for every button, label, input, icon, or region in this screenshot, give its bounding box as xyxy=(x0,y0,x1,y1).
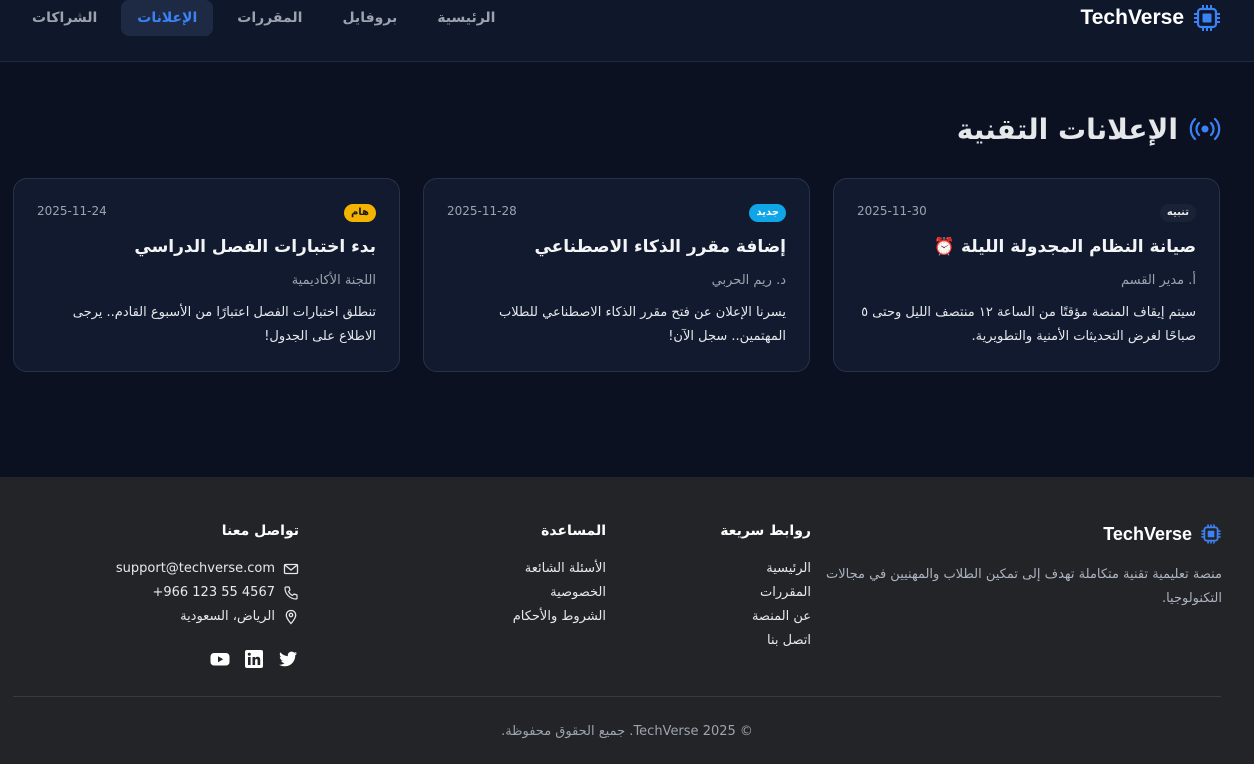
footer-link-faq[interactable]: الأسئلة الشائعة xyxy=(513,557,606,581)
announcement-card[interactable]: هام 2025-11-24 بدء اختبارات الفصل الدراس… xyxy=(13,178,400,372)
announcement-title: بدء اختبارات الفصل الدراسي xyxy=(134,237,376,257)
footer-link-terms[interactable]: الشروط والأحكام xyxy=(513,605,606,629)
announcement-date: 2025-11-24 xyxy=(37,204,107,218)
site-header: TechVerse الشراكات الإعلانات المقررات بر… xyxy=(0,0,1254,62)
footer-link-courses[interactable]: المقررات xyxy=(720,581,811,605)
footer-divider xyxy=(13,696,1221,697)
announcement-card[interactable]: جديد 2025-11-28 إضافة مقرر الذكاء الاصطن… xyxy=(423,178,810,372)
page-heading: الإعلانات التقنية xyxy=(956,112,1178,146)
nav-announcements[interactable]: الإعلانات xyxy=(121,0,214,36)
footer-link-privacy[interactable]: الخصوصية xyxy=(513,581,606,605)
contact-heading: تواصل معنا xyxy=(221,523,299,539)
announcement-body: تنطلق اختبارات الفصل اعتبارًا من الأسبوع… xyxy=(72,305,376,344)
main-content: الإعلانات التقنية هام 2025-11-24 بدء اخت… xyxy=(0,62,1254,477)
alarm-clock-icon: ⏰ xyxy=(933,237,956,257)
footer-contact: تواصل معنا support@techverse.com +966 12… xyxy=(116,523,299,629)
footer-help: المساعدة الأسئلة الشائعة الخصوصية الشروط… xyxy=(513,523,606,629)
nav-courses[interactable]: المقررات xyxy=(221,0,318,36)
announcement-body: يسرنا الإعلان عن فتح مقرر الذكاء الاصطنا… xyxy=(499,305,786,344)
announcement-list: هام 2025-11-24 بدء اختبارات الفصل الدراس… xyxy=(13,178,1221,372)
contact-phone: +966 123 55 4567 xyxy=(152,585,275,600)
page-title: الإعلانات التقنية xyxy=(957,112,1222,146)
youtube-icon[interactable] xyxy=(210,649,230,669)
contact-location: الرياض، السعودية xyxy=(180,609,275,624)
announcement-card[interactable]: تنبيه 2025-11-30 صيانة النظام المجدولة ا… xyxy=(833,178,1220,372)
announcement-title: إضافة مقرر الذكاء الاصطناعي xyxy=(534,237,786,257)
contact-email: support@techverse.com xyxy=(115,561,275,576)
announcement-date: 2025-11-30 xyxy=(857,204,927,218)
footer-quick-links: روابط سريعة الرئيسية المقررات عن المنصة … xyxy=(720,523,811,653)
badge-new: جديد xyxy=(749,204,786,222)
footer-link-contact[interactable]: اتصل بنا xyxy=(720,629,811,653)
footer-brand[interactable]: TechVerse xyxy=(1103,523,1222,545)
phone-icon xyxy=(284,586,298,600)
linkedin-icon[interactable] xyxy=(244,649,264,669)
contact-email-row[interactable]: support@techverse.com xyxy=(116,557,299,581)
contact-phone-row[interactable]: +966 123 55 4567 xyxy=(116,581,299,605)
quick-links-heading: روابط سريعة xyxy=(720,523,811,539)
announcement-author: د. ريم الحربي xyxy=(711,273,786,288)
chip-icon xyxy=(1201,524,1221,544)
location-pin-icon xyxy=(285,609,297,625)
announcement-date: 2025-11-28 xyxy=(447,204,517,218)
copyright-text: © 2025 TechVerse. جميع الحقوق محفوظة. xyxy=(501,724,753,739)
chip-icon xyxy=(1194,5,1220,31)
social-links xyxy=(210,649,298,669)
site-footer: TechVerse منصة تعليمية تقنية متكاملة تهد… xyxy=(0,477,1254,764)
badge-important: هام xyxy=(343,204,376,222)
broadcast-icon xyxy=(1189,117,1221,141)
nav-profile[interactable]: بروفايل xyxy=(326,0,413,36)
contact-location-row: الرياض، السعودية xyxy=(116,605,299,629)
nav-home[interactable]: الرئيسية xyxy=(421,0,511,36)
announcement-title: صيانة النظام المجدولة الليلة ⏰ xyxy=(857,237,1196,257)
badge-alert: تنبيه xyxy=(1159,204,1196,222)
announcement-author: أ. مدير القسم xyxy=(1121,273,1196,288)
help-heading: المساعدة xyxy=(541,523,606,539)
footer-description: منصة تعليمية تقنية متكاملة تهدف إلى تمكي… xyxy=(826,567,1222,606)
footer-brand-name: TechVerse xyxy=(1103,523,1192,544)
twitter-icon[interactable] xyxy=(278,649,298,669)
envelope-icon xyxy=(283,563,299,575)
main-nav: الشراكات الإعلانات المقررات بروفايل الرئ… xyxy=(12,0,515,36)
footer-link-home[interactable]: الرئيسية xyxy=(720,557,811,581)
footer-link-about[interactable]: عن المنصة xyxy=(720,605,811,629)
brand-name: TechVerse xyxy=(1080,6,1184,29)
brand-logo[interactable]: TechVerse xyxy=(1080,4,1222,32)
announcement-body: سيتم إيقاف المنصة مؤقتًا من الساعة ١٢ من… xyxy=(861,305,1196,344)
nav-partnerships[interactable]: الشراكات xyxy=(16,0,113,36)
announcement-title-text: صيانة النظام المجدولة الليلة xyxy=(960,237,1196,257)
announcement-author: اللجنة الأكاديمية xyxy=(291,273,376,288)
